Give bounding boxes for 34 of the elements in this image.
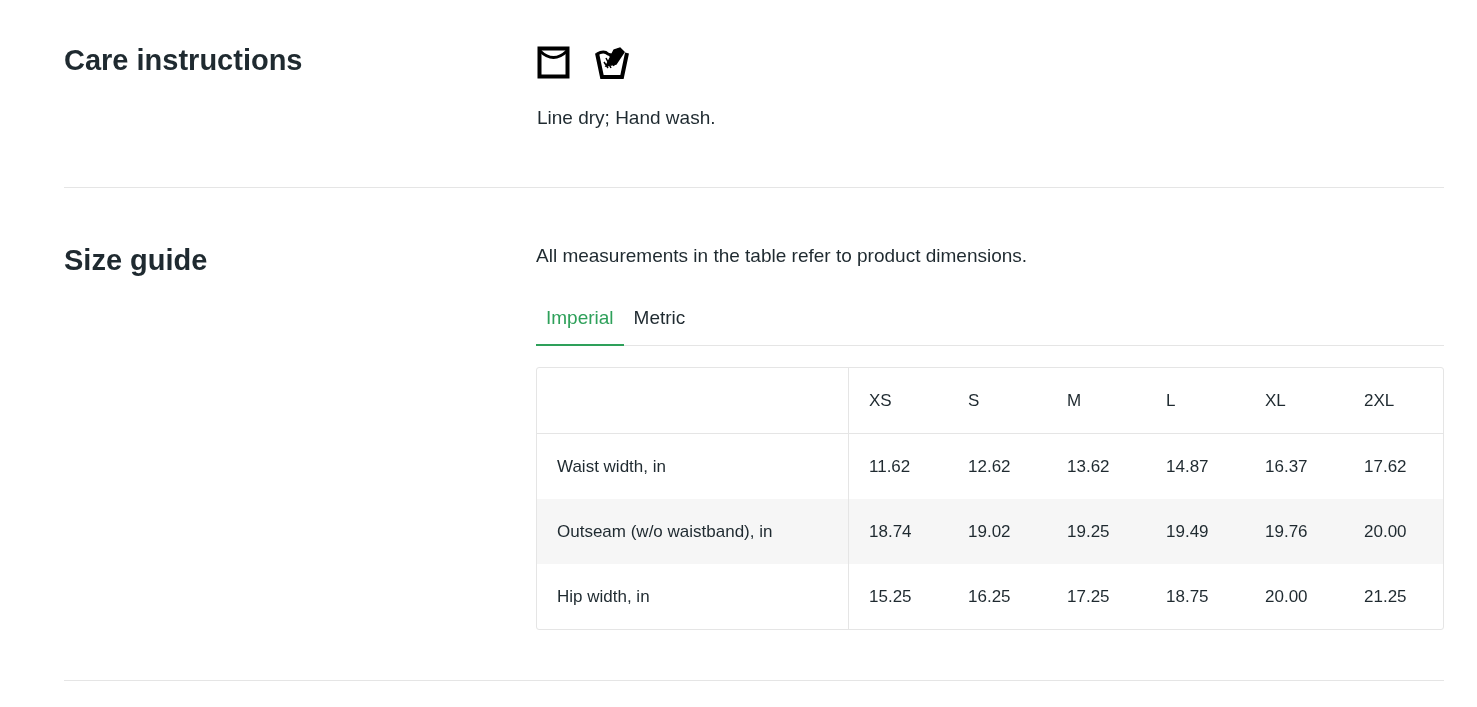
column-header: XS [868,389,893,412]
table-cell-text: 20.00 [1264,585,1309,608]
column-header: M [1066,389,1083,412]
table-cell-text: 14.87 [1165,455,1210,478]
size-guide-note: All measurements in the table refer to product dimensions. [536,243,1029,268]
column-header: 2XL [1363,389,1396,412]
table-cell-text: 16.37 [1264,455,1309,478]
table-cell-text: 12.62 [967,455,1012,478]
table-cell-text: 15.25 [868,585,913,608]
table-cell-text: 13.62 [1066,455,1111,478]
table-cell-text: 20.00 [1363,520,1408,543]
line-dry-icon [537,45,570,79]
table-cell-text: 19.49 [1165,520,1210,543]
table-cell-text: 21.25 [1363,585,1408,608]
row-label: Waist width, in [557,455,666,478]
column-header: L [1165,389,1177,412]
table-cell-text: 17.62 [1363,455,1408,478]
section-heading: Size guide [64,242,209,278]
table-cell-text: 11.62 [868,455,912,478]
table-cell-text: 19.25 [1066,520,1111,543]
table-cell-text: 18.75 [1165,585,1210,608]
column-header: S [967,389,981,412]
table-cell-text: 16.25 [967,585,1012,608]
row-label: Hip width, in [557,585,650,608]
table-cell-text: 19.02 [967,520,1012,543]
care-text: Line dry; Hand wash. [537,106,716,130]
section-heading: Care instructions [64,43,304,78]
unit-tab[interactable]: Metric [623,303,696,346]
row-label: Outseam (w/o waistband), in [557,520,773,543]
table-cell-text: 18.74 [868,520,913,543]
column-header: XL [1264,389,1287,412]
hand-wash-icon [594,44,630,80]
table-cell-text: 17.25 [1066,585,1111,608]
table-cell-text: 19.76 [1264,520,1309,543]
